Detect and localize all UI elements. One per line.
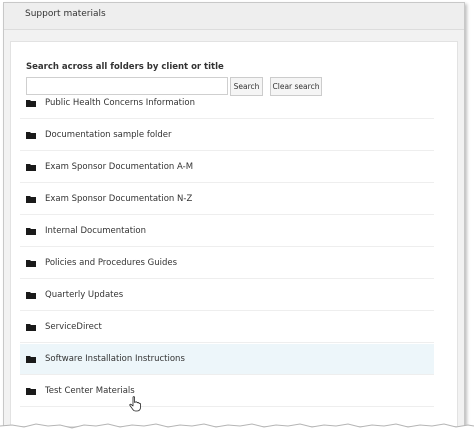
folder-item-hovered[interactable]: Software Installation Instructions xyxy=(20,344,434,375)
folder-item[interactable]: Policies and Procedures Guides xyxy=(20,248,434,279)
folder-icon xyxy=(26,100,36,107)
folder-label: Internal Documentation xyxy=(45,226,146,236)
folder-item[interactable]: Documentation sample folder xyxy=(20,120,434,151)
window-frame: Support materials Search across all fold… xyxy=(3,2,465,428)
folder-list: Public Health Concerns Information Docum… xyxy=(20,88,434,408)
page-title: Support materials xyxy=(25,9,106,19)
folder-icon xyxy=(26,196,36,203)
folder-label: ServiceDirect xyxy=(45,322,102,332)
folder-label: Test Center Materials xyxy=(45,386,135,396)
folder-icon xyxy=(26,388,36,395)
folder-icon xyxy=(26,260,36,267)
folder-label: Policies and Procedures Guides xyxy=(45,258,178,268)
folder-icon xyxy=(26,356,36,363)
folder-label: Public Health Concerns Information xyxy=(45,98,195,108)
folder-icon xyxy=(26,228,36,235)
folder-item[interactable]: Quarterly Updates xyxy=(20,280,434,311)
folder-item[interactable]: Public Health Concerns Information xyxy=(20,88,434,119)
folder-icon xyxy=(26,324,36,331)
folder-label: Documentation sample folder xyxy=(45,130,172,140)
folder-icon xyxy=(26,132,36,139)
panel-header: Support materials xyxy=(4,3,464,30)
folder-icon xyxy=(26,164,36,171)
hand-pointer-icon xyxy=(129,396,141,412)
folder-icon xyxy=(26,292,36,299)
folder-label: Exam Sponsor Documentation N-Z xyxy=(45,194,193,204)
folder-label: Software Installation Instructions xyxy=(45,354,185,364)
torn-edge xyxy=(0,423,474,434)
folder-item[interactable]: Exam Sponsor Documentation N-Z xyxy=(20,184,434,215)
folder-item[interactable]: Exam Sponsor Documentation A-M xyxy=(20,152,434,183)
folder-label: Quarterly Updates xyxy=(45,290,124,300)
folder-item[interactable]: Internal Documentation xyxy=(20,216,434,247)
folder-item[interactable]: ServiceDirect xyxy=(20,312,434,343)
folder-item[interactable]: Test Center Materials xyxy=(20,376,434,407)
search-label: Search across all folders by client or t… xyxy=(26,62,224,72)
folder-label: Exam Sponsor Documentation A-M xyxy=(45,162,194,172)
